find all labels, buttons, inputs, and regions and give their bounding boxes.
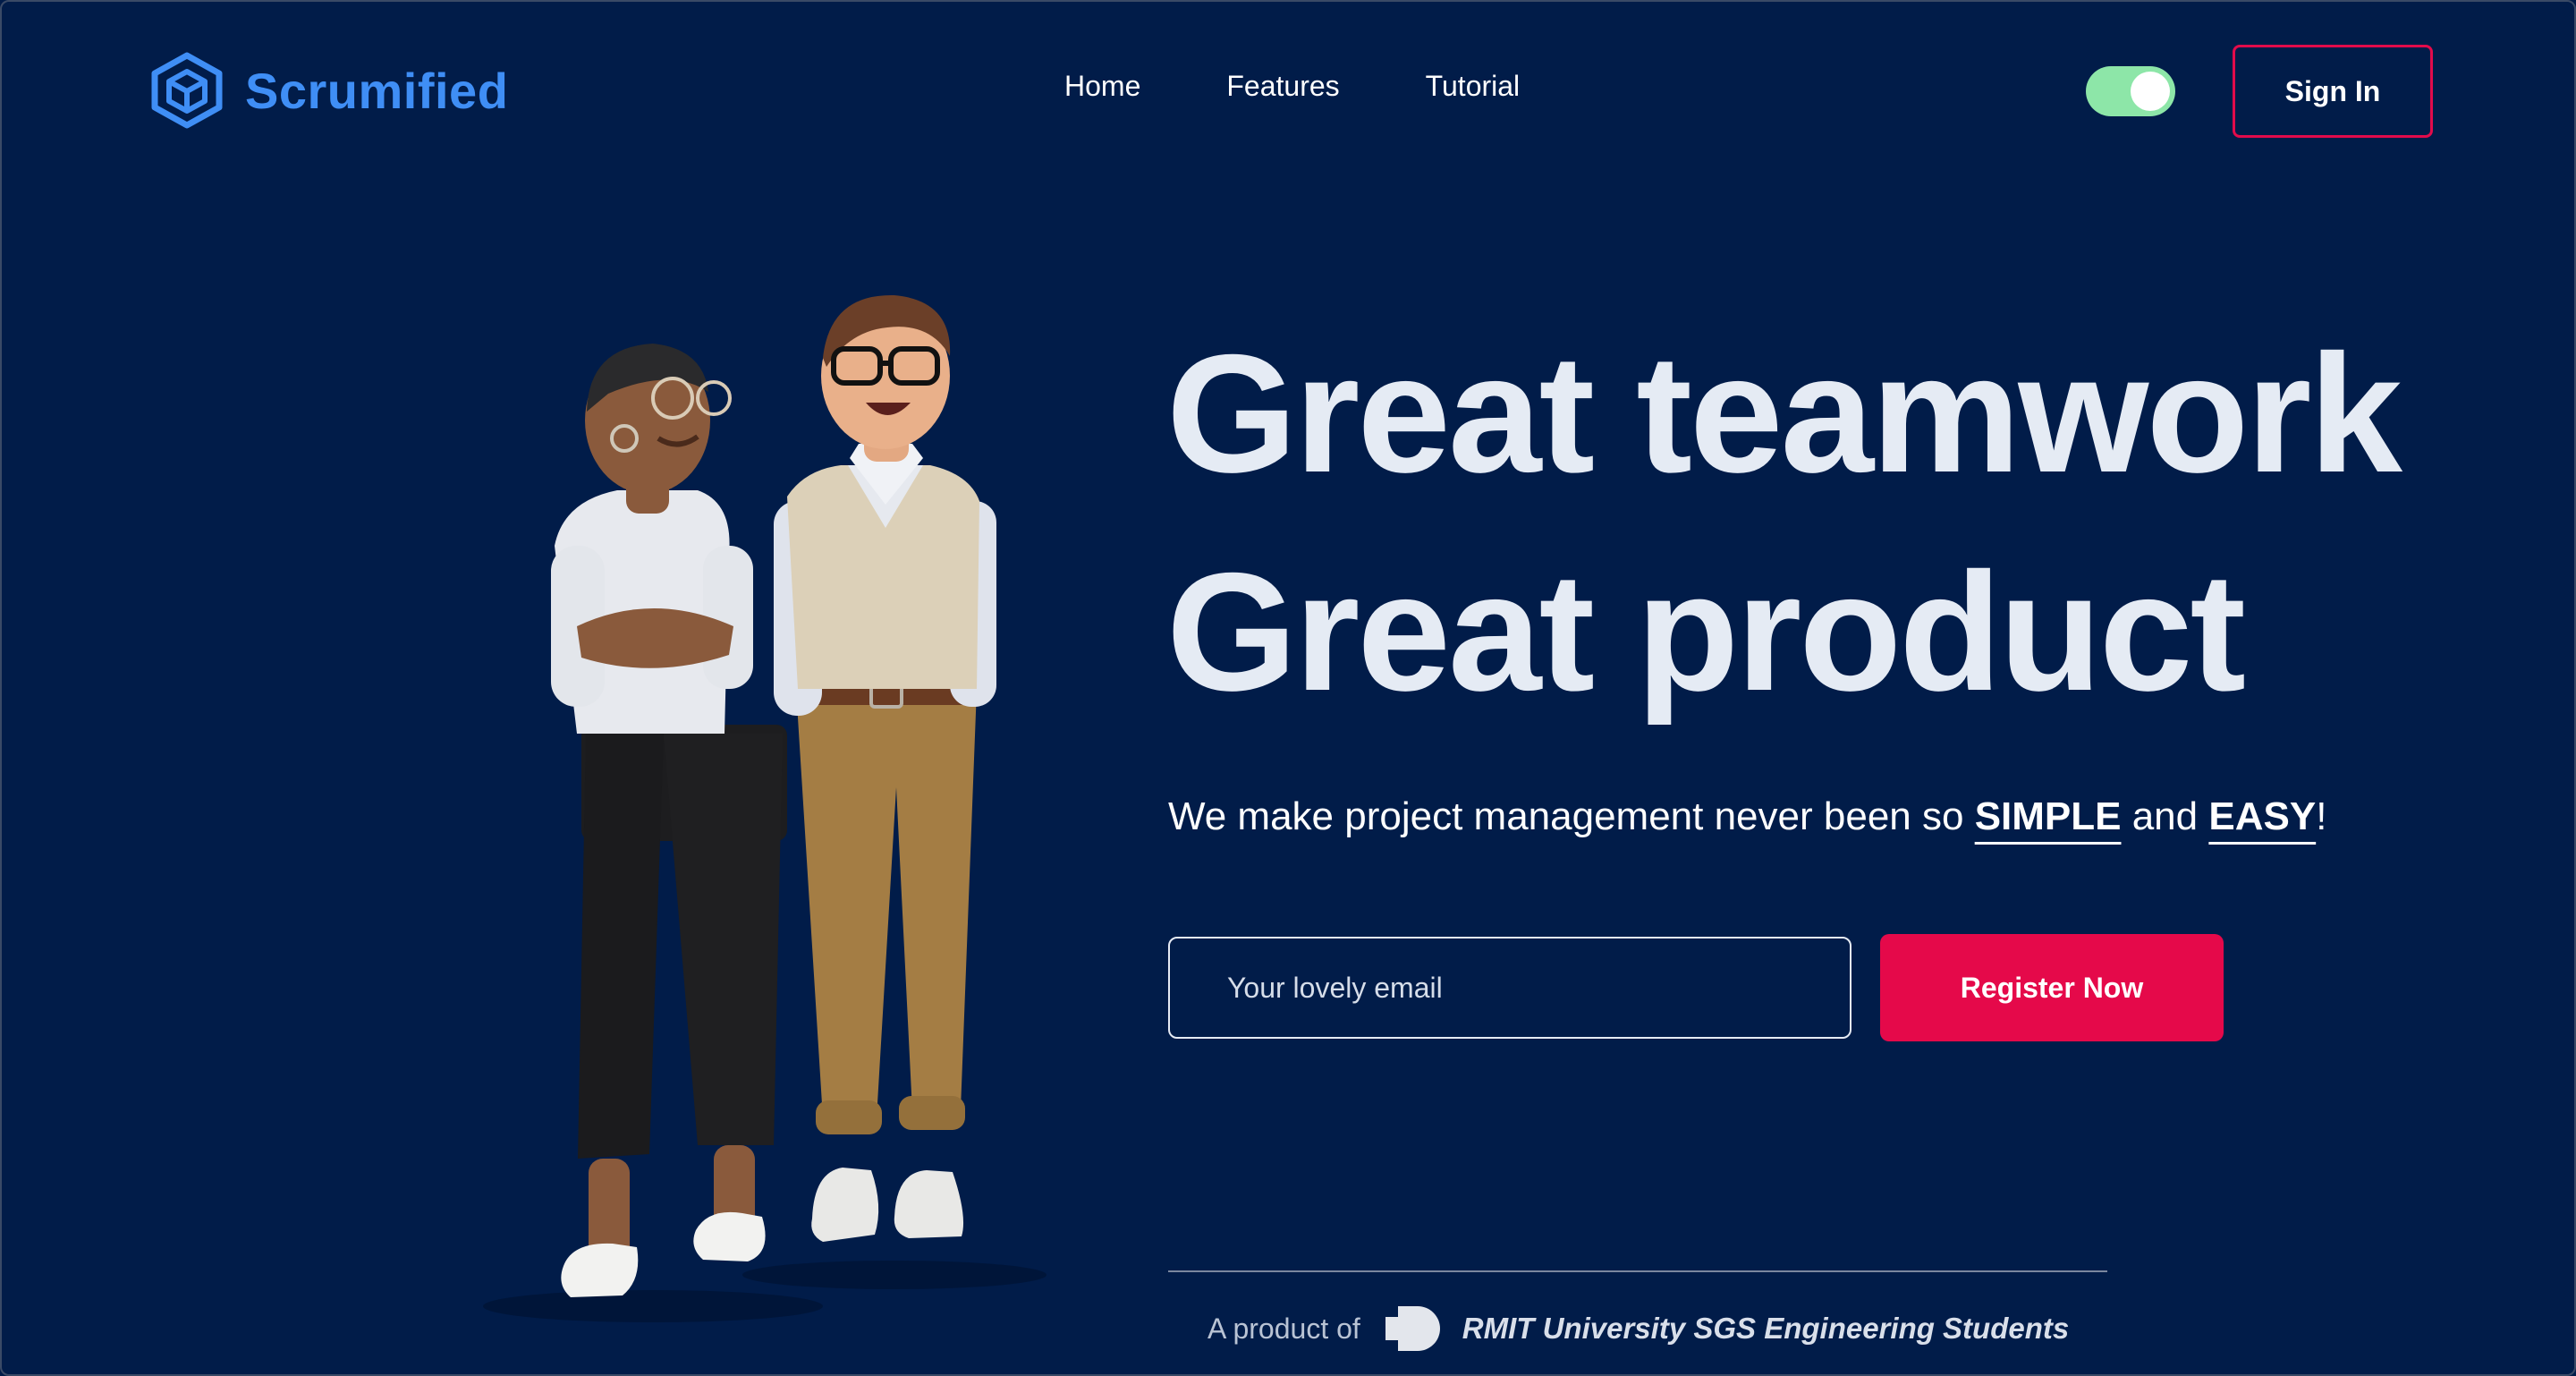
headline-line-2: Great product [1166, 538, 2246, 726]
register-now-button[interactable]: Register Now [1880, 934, 2224, 1041]
nav-tutorial[interactable]: Tutorial [1426, 70, 1521, 103]
two-people-standing-illustration [483, 294, 1046, 1322]
theme-toggle[interactable] [2086, 66, 2175, 116]
tagline-easy: EASY [2208, 794, 2317, 838]
hero-headline: Great teamwork Great product [1166, 304, 2402, 741]
woman-figure [551, 344, 787, 1297]
headline-line-1: Great teamwork [1166, 319, 2402, 507]
tagline-prefix: We make project management never been so [1168, 794, 1975, 838]
org-name: RMIT University SGS Engineering Students [1462, 1312, 2070, 1345]
brand-name: Scrumified [245, 62, 509, 119]
main-nav: Home Features Tutorial [1064, 70, 1520, 103]
email-input[interactable] [1168, 937, 1852, 1039]
nav-home[interactable]: Home [1064, 70, 1140, 103]
rmit-logo-icon [1385, 1306, 1440, 1351]
tagline-suffix: ! [2316, 794, 2327, 838]
product-of-label: A product of [1208, 1312, 1360, 1345]
man-figure [774, 294, 996, 1242]
toggle-knob [2131, 72, 2170, 111]
hero-tagline: We make project management never been so… [1168, 794, 2326, 839]
nav-features[interactable]: Features [1226, 70, 1339, 103]
sign-in-button[interactable]: Sign In [2233, 45, 2433, 138]
hexagon-cube-icon [151, 52, 223, 129]
brand-logo[interactable]: Scrumified [150, 52, 508, 129]
product-credit: A product of RMIT University SGS Enginee… [1208, 1299, 2069, 1358]
tagline-mid: and [2121, 794, 2209, 838]
divider [1168, 1270, 2107, 1272]
tagline-simple: SIMPLE [1974, 794, 2122, 838]
